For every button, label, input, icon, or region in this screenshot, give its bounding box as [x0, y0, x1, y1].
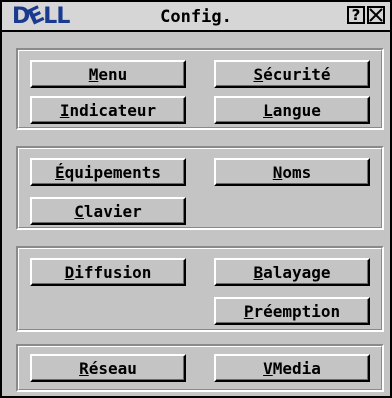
clavier-button[interactable]: Clavier — [30, 197, 186, 225]
title-bar: DELL Config. ? — [2, 2, 390, 32]
equipements-button[interactable]: Équipements — [30, 158, 186, 186]
help-button[interactable]: ? — [347, 6, 365, 24]
balayage-button[interactable]: Balayage — [214, 258, 370, 286]
help-icon: ? — [351, 6, 361, 24]
group-network: Réseau V Media — [16, 344, 384, 392]
config-window: DELL Config. ? Menu Sécurité Indicateur … — [0, 0, 392, 398]
close-button[interactable] — [367, 6, 385, 24]
group-general: Menu Sécurité Indicateur Langue — [16, 48, 384, 130]
menu-button[interactable]: Menu — [30, 60, 186, 88]
group-broadcast: Diffusion Balayage Préemption — [16, 246, 384, 332]
noms-button[interactable]: Noms — [214, 158, 370, 186]
langue-button[interactable]: Langue — [214, 96, 370, 124]
indicateur-button[interactable]: Indicateur — [30, 96, 186, 124]
preemption-button[interactable]: Préemption — [214, 297, 370, 325]
window-title: Config. — [160, 7, 232, 27]
vmedia-button[interactable]: V Media — [214, 354, 370, 382]
diffusion-button[interactable]: Diffusion — [30, 258, 186, 286]
close-icon — [369, 8, 383, 22]
group-devices: Équipements Noms Clavier — [16, 146, 384, 230]
securite-button[interactable]: Sécurité — [214, 60, 370, 88]
reseau-button[interactable]: Réseau — [30, 354, 186, 382]
